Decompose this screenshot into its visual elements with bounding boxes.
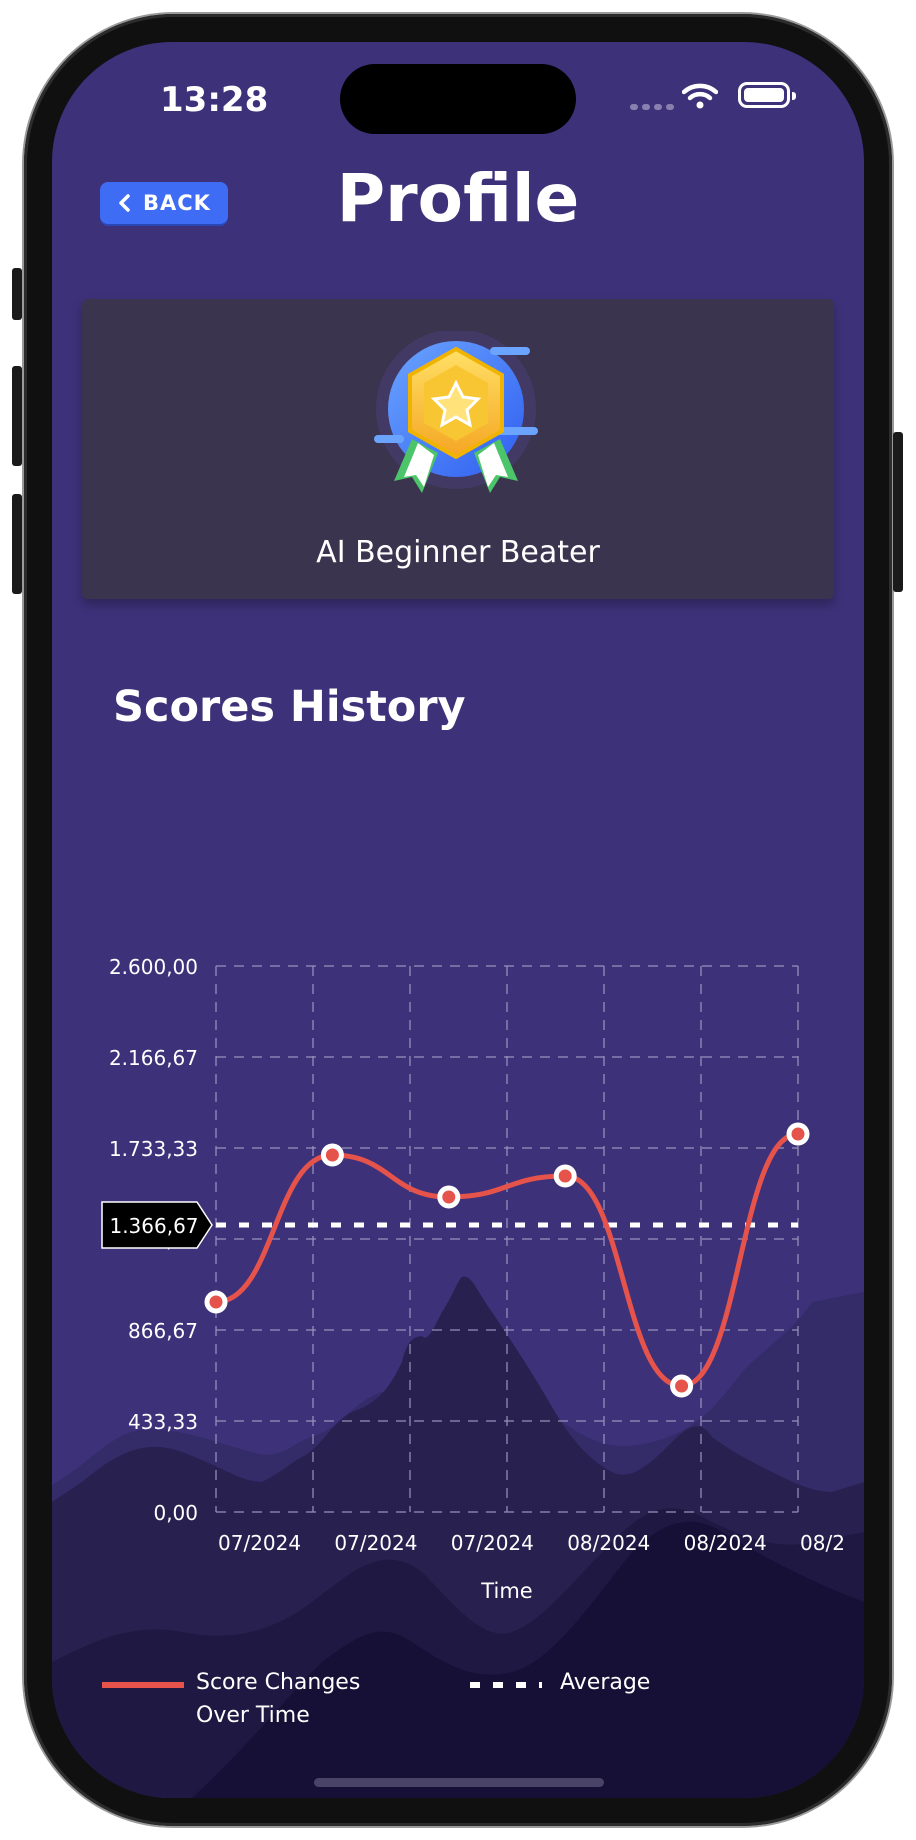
x-tick-label: 07/2024 xyxy=(334,1531,417,1555)
score-data-point xyxy=(670,1374,694,1398)
legend-label-score: Score Changes Over Time xyxy=(196,1670,361,1728)
volume-down-button xyxy=(12,494,22,594)
y-tick-label: 0,00 xyxy=(153,1501,198,1525)
x-tick-label: 07/2024 xyxy=(218,1531,301,1555)
x-tick-label: 08/2024 xyxy=(567,1531,650,1555)
legend-dash-swatch xyxy=(470,1682,542,1688)
home-indicator[interactable] xyxy=(314,1778,604,1787)
x-tick-label: 07/2024 xyxy=(451,1531,534,1555)
silent-switch xyxy=(12,268,22,320)
score-data-point xyxy=(320,1143,344,1167)
y-tick-label: 2.166,67 xyxy=(109,1046,198,1070)
volume-up-button xyxy=(12,366,22,466)
legend-line-swatch xyxy=(102,1682,184,1688)
x-tick-label: 08/2024 xyxy=(684,1531,767,1555)
scores-chart: 0,00433,33866,671.300,001.733,332.166,67… xyxy=(101,955,845,1603)
screen: 13:28 BACK Profile AI Beginner Beater Sc… xyxy=(52,42,864,1798)
score-data-point xyxy=(204,1290,228,1314)
y-tick-label: 866,67 xyxy=(128,1319,198,1343)
score-data-point xyxy=(553,1164,577,1188)
y-tick-label: 2.600,00 xyxy=(109,955,198,979)
legend-label-average: Average xyxy=(560,1670,651,1695)
y-tick-label: 1.733,33 xyxy=(109,1137,198,1161)
y-tick-label: 433,33 xyxy=(128,1410,198,1434)
score-data-point xyxy=(786,1122,810,1146)
x-tick-label: 08/2 xyxy=(800,1531,845,1555)
score-data-point xyxy=(437,1185,461,1209)
average-label-text: 1.366,67 xyxy=(109,1214,198,1238)
power-button xyxy=(893,432,903,592)
x-axis-title: Time xyxy=(480,1579,532,1603)
